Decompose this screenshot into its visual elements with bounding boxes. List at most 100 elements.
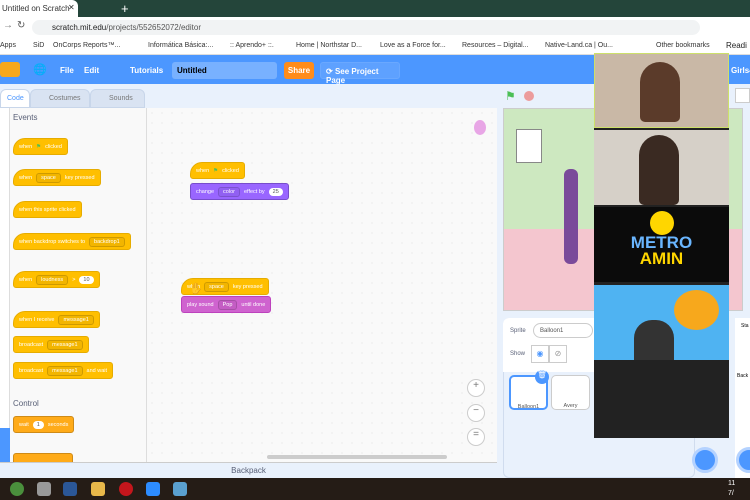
pacman-icon (649, 211, 674, 235)
bookmark[interactable]: Love as a Force for... (380, 42, 446, 49)
bookmark[interactable]: Native-Land.ca | Ou... (545, 42, 613, 49)
reload-icon[interactable]: ↻ (17, 20, 25, 31)
url-path: /projects/552652072/editor (106, 23, 201, 32)
word-taskbar-icon[interactable] (63, 482, 77, 496)
forward-icon[interactable]: → (3, 20, 13, 31)
sensor-dropdown[interactable]: loudness (36, 274, 69, 285)
key-dropdown[interactable]: space (36, 172, 61, 183)
backdrops-label: Back (737, 373, 749, 379)
bookmark[interactable]: Apps (0, 42, 16, 49)
bookmark[interactable]: Other bookmarks (656, 42, 710, 49)
horizontal-scrollbar[interactable] (267, 455, 447, 459)
events-heading: Events (13, 113, 38, 122)
sprite-balloon-icon (474, 120, 486, 135)
backdrop-dropdown[interactable]: backdrop1 (89, 236, 125, 247)
sprite-thumb-avery[interactable]: Avery (551, 375, 590, 410)
reset-zoom-button[interactable]: = (467, 428, 485, 446)
bookmark[interactable]: Resources – Digital... (462, 42, 529, 49)
close-tab-icon[interactable]: ✕ (68, 3, 75, 12)
when-sprite-clicked-block[interactable]: when this sprite clicked (13, 201, 82, 218)
bookmark-reading-list[interactable]: Readi (726, 41, 747, 50)
show-label: Show (510, 351, 526, 357)
edit-menu[interactable]: Edit (84, 66, 99, 75)
effect-dropdown[interactable]: color (218, 186, 240, 197)
seconds-input[interactable]: 1 (32, 420, 44, 429)
see-project-page-button[interactable]: ⟳ See Project Page (320, 62, 400, 85)
new-tab-button[interactable]: + (121, 1, 129, 16)
stage-label: Sta (741, 323, 749, 329)
address-bar[interactable]: scratch.mit.edu/projects/552652072/edito… (32, 20, 700, 35)
when-key-pressed-block[interactable]: when space key pressed (13, 169, 101, 186)
message-dropdown[interactable]: message1 (47, 365, 83, 376)
zoom-taskbar-icon[interactable] (146, 482, 160, 496)
file-menu[interactable]: File (60, 66, 74, 75)
repeat-block[interactable] (13, 453, 73, 462)
app-taskbar-icon[interactable] (173, 482, 187, 496)
sound-dropdown[interactable]: Pop (217, 299, 238, 310)
extension-button[interactable] (0, 428, 10, 462)
stage-size-toggle[interactable] (735, 88, 750, 103)
when-flag-clicked-block[interactable]: when ⚑ clicked (13, 138, 68, 155)
folder-taskbar-icon[interactable] (91, 482, 105, 496)
broadcast-block[interactable]: broadcast message1 (13, 336, 89, 353)
app-taskbar-icon[interactable] (37, 482, 51, 496)
chrome-taskbar-icon[interactable] (10, 482, 24, 496)
key-dropdown[interactable]: space (204, 281, 229, 292)
zoom-out-button[interactable]: − (467, 404, 485, 422)
when-i-receive-block[interactable]: when I receive message1 (13, 311, 100, 328)
zoom-in-button[interactable]: + (467, 379, 485, 397)
participant-video (594, 130, 729, 205)
backpack[interactable]: Backpack (0, 462, 497, 478)
clock-time: 11 (728, 480, 736, 487)
avery-sprite (564, 169, 578, 264)
tab-code[interactable]: Code (0, 89, 30, 108)
bookmark[interactable]: :: Aprendo+ ::. (230, 42, 274, 49)
user-menu[interactable]: Girls4 (731, 66, 750, 75)
browser-tab[interactable]: Untitled on Scratch (0, 0, 78, 17)
value-input[interactable]: 10 (79, 275, 94, 284)
hand-cursor-icon: ✋ (189, 283, 203, 295)
share-button[interactable]: Share (284, 62, 314, 79)
when-flag-clicked-block[interactable]: when ⚑ clicked (190, 162, 245, 179)
taskbar: 11 7/ (0, 478, 750, 500)
bookmark[interactable]: Home | Northstar D... (296, 42, 362, 49)
when-backdrop-switches-block[interactable]: when backdrop switches to backdrop1 (13, 233, 131, 250)
participant-video (594, 285, 729, 360)
wait-block[interactable]: wait 1 seconds (13, 416, 75, 433)
effect-value-input[interactable]: 25 (268, 187, 283, 196)
wall-calendar (516, 129, 542, 163)
stop-button[interactable] (524, 91, 534, 101)
hide-icon[interactable]: ⊘ (549, 345, 567, 363)
tutorials-button[interactable]: Tutorials (130, 66, 163, 75)
sprite-name-input[interactable]: Balloon1 (533, 323, 593, 338)
bookmark[interactable]: OnCorps Reports™... (53, 42, 120, 49)
green-flag-icon: ⚑ (213, 167, 219, 174)
bookmark[interactable]: Informática Básica:... (148, 42, 213, 49)
message-dropdown[interactable]: message1 (58, 314, 94, 325)
delete-sprite-icon[interactable]: 🗑 (535, 370, 549, 384)
change-effect-block[interactable]: change color effect by 25 (190, 183, 289, 200)
scratch-logo[interactable] (0, 62, 20, 77)
when-loudness-block[interactable]: when loudness >10 (13, 271, 100, 288)
scratch-cat-image (674, 290, 719, 330)
broadcast-and-wait-block[interactable]: broadcast message1 and wait (13, 362, 114, 379)
opera-taskbar-icon[interactable] (119, 482, 133, 496)
url-host: scratch.mit.edu (52, 23, 107, 32)
script-area[interactable]: when ⚑ clicked change color effect by 25 when… (147, 108, 497, 462)
browser-tab-strip (0, 0, 750, 17)
category-menu[interactable] (0, 108, 10, 462)
tab-costumes[interactable]: Costumes (30, 89, 90, 108)
tab-sounds[interactable]: Sounds (90, 89, 145, 108)
control-heading: Control (13, 399, 39, 408)
block-palette[interactable]: Events when ⚑ clicked when space key pressed… (10, 108, 147, 462)
show-visible-icon[interactable]: ◉ (531, 345, 549, 363)
green-flag-button[interactable]: ⚑ (505, 89, 516, 103)
globe-icon[interactable]: 🌐 (33, 63, 47, 76)
choose-sprite-button[interactable] (692, 447, 718, 473)
green-flag-icon: ⚑ (36, 143, 42, 150)
play-sound-block[interactable]: play sound Pop until done (181, 296, 272, 313)
sprite-label: Sprite (510, 328, 526, 334)
message-dropdown[interactable]: message1 (47, 339, 83, 350)
bookmark[interactable]: SiD (33, 42, 44, 49)
project-title-input[interactable]: Untitled (172, 62, 277, 79)
